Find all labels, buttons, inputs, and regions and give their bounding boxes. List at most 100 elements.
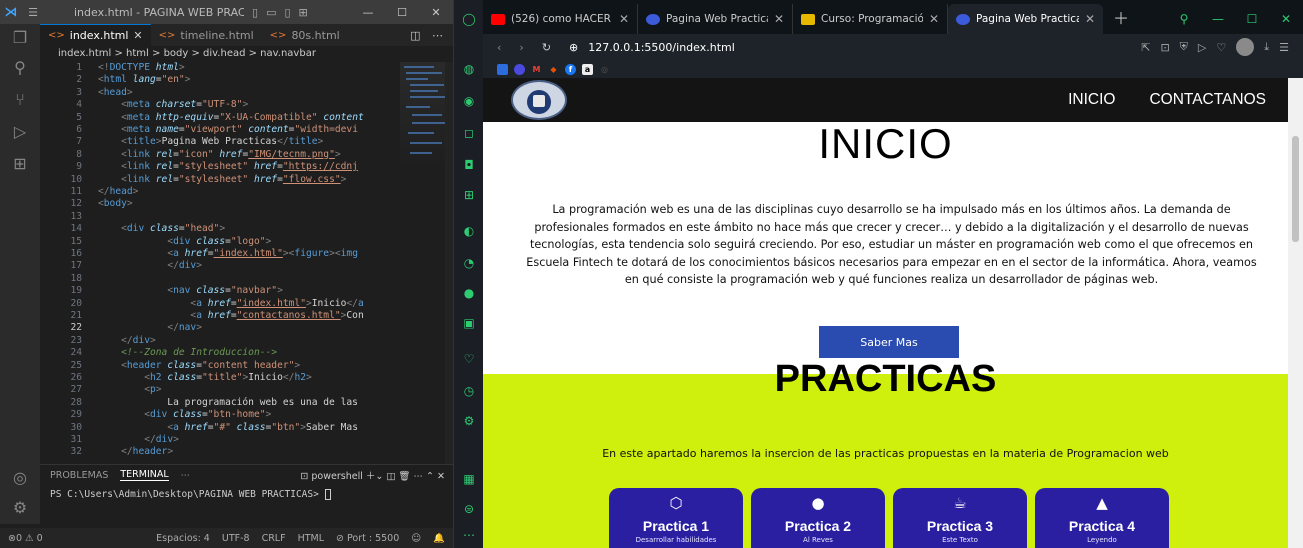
search-icon[interactable]: ⚲	[10, 58, 30, 78]
cpu-icon[interactable]: ⊞	[460, 186, 478, 204]
whatsapp-icon[interactable]: ◔	[460, 254, 478, 272]
nav-link-contactanos[interactable]: CONTACTANOS	[1149, 91, 1266, 109]
minimap[interactable]	[400, 62, 446, 172]
nav-link-inicio[interactable]: INICIO	[1068, 91, 1115, 109]
browser-tab[interactable]: Pagina Web Practicas ✕	[638, 4, 793, 34]
maximize-panel-icon[interactable]: ⌃	[426, 471, 434, 482]
toggle-secondary-icon[interactable]: ▯	[284, 6, 290, 19]
layout-icon[interactable]: ⊞	[299, 6, 308, 19]
practica-card-4[interactable]: ▲ Practica 4 Leyendo	[1035, 488, 1169, 548]
sidebar-more-icon[interactable]: ⋯	[460, 526, 478, 544]
feedback-icon[interactable]: ☺	[411, 533, 421, 544]
new-terminal-icon[interactable]: ＋⌄	[366, 471, 383, 482]
maximize-icon[interactable]: ☐	[1235, 12, 1269, 26]
forward-icon[interactable]: ›	[519, 41, 523, 54]
notification-icon[interactable]: 🔔	[433, 533, 445, 544]
saber-mas-button[interactable]: Saber Mas	[819, 326, 959, 358]
close-tab-icon[interactable]: ✕	[619, 12, 629, 26]
close-icon[interactable]: ✕	[1269, 12, 1303, 26]
run-debug-icon[interactable]: ▷	[10, 122, 30, 142]
site-logo[interactable]	[511, 80, 567, 120]
split-terminal-icon[interactable]: ◫	[386, 471, 395, 482]
eol-status[interactable]: CRLF	[262, 533, 286, 544]
practica-card-1[interactable]: ⬡ Practica 1 Desarrollar habilidades	[609, 488, 743, 548]
panel-more-icon[interactable]: ⋯	[414, 471, 424, 482]
avatar[interactable]	[1236, 38, 1255, 56]
minimize-icon[interactable]: —	[1201, 12, 1235, 26]
breadcrumb[interactable]: index.html > html > body > div.head > na…	[40, 46, 453, 62]
shopping-icon[interactable]: ◻	[460, 124, 478, 142]
close-tab-icon[interactable]: ✕	[929, 12, 939, 26]
new-tab-icon[interactable]: ＋	[1103, 4, 1139, 34]
toggle-sidebar-icon[interactable]: ▯	[252, 6, 258, 19]
address-input[interactable]: 127.0.0.1:5500/index.html	[588, 41, 735, 54]
close-icon[interactable]: ✕	[419, 6, 453, 19]
trash-icon[interactable]: 🗑	[398, 471, 410, 482]
tab-terminal[interactable]: TERMINAL	[120, 469, 169, 481]
browser-tab[interactable]: (526) como HACER una P ✕	[483, 4, 638, 34]
spotify-icon[interactable]: ●	[460, 284, 478, 302]
editor-scrollbar[interactable]	[445, 62, 453, 464]
opera-logo-icon[interactable]: ◯	[460, 10, 478, 28]
history-icon[interactable]: ◷	[460, 382, 478, 400]
vpn-icon[interactable]: ⛨	[1180, 40, 1188, 54]
practica-card-3[interactable]: ☕ Practica 3 Este Texto	[893, 488, 1027, 548]
tab-problems[interactable]: PROBLEMAS	[50, 470, 108, 481]
menu-icon[interactable]: ☰	[22, 6, 44, 19]
practica-card-2[interactable]: ● Practica 2 Al Reves	[751, 488, 885, 548]
problems-status[interactable]: ⊗0 ⚠ 0	[8, 533, 88, 544]
browser-tab[interactable]: Curso: Programación Web ✕	[793, 4, 948, 34]
close-tab-icon[interactable]: ✕	[1085, 12, 1095, 26]
sidebar-settings-icon[interactable]: ⊜	[460, 500, 478, 518]
live-server-status[interactable]: ⊘ Port : 5500	[336, 533, 399, 544]
download-icon[interactable]: ⤓	[1264, 40, 1269, 54]
browser-tab-active[interactable]: Pagina Web Practicas ✕	[948, 4, 1103, 34]
extensions-icon[interactable]: ▦	[460, 470, 478, 488]
minimize-icon[interactable]: —	[351, 6, 385, 19]
discord-icon[interactable]: ▣	[460, 314, 478, 332]
maximize-icon[interactable]: ☐	[385, 6, 419, 19]
bookmark-icon[interactable]	[514, 63, 525, 75]
gmail-icon[interactable]: M	[531, 63, 542, 75]
close-tab-icon[interactable]: ✕	[133, 29, 142, 42]
facebook-icon[interactable]: f	[565, 63, 576, 75]
heart-icon[interactable]: ♡	[1216, 41, 1226, 54]
back-icon[interactable]: ‹	[497, 41, 501, 54]
account-icon[interactable]: ◎	[10, 468, 30, 488]
camera-icon[interactable]: ⊡	[1160, 41, 1169, 54]
language-status[interactable]: HTML	[298, 533, 324, 544]
toggle-panel-icon[interactable]: ▭	[266, 6, 276, 19]
settings-icon[interactable]: ⚙	[460, 412, 478, 430]
close-tab-icon[interactable]: ✕	[774, 12, 784, 26]
settings-gear-icon[interactable]: ⚙	[10, 498, 30, 518]
explorer-icon[interactable]: ❐	[10, 28, 30, 48]
twitch-icon[interactable]: ◘	[460, 156, 478, 174]
page-scrollbar[interactable]	[1288, 78, 1303, 548]
extensions-icon[interactable]: ⊞	[10, 154, 30, 174]
source-control-icon[interactable]: ⑂	[10, 90, 30, 110]
tab-80s-html[interactable]: <> 80s.html	[262, 24, 348, 46]
terminal-output[interactable]: PS C:\Users\Admin\Desktop\PAGINA WEB PRA…	[40, 489, 453, 500]
share-icon[interactable]: ⇱	[1141, 41, 1150, 54]
aria-icon[interactable]: ◍	[460, 60, 478, 78]
code-editor[interactable]: 1 2 3 4 5 6 7 8 9 10 11 12 13 14 15 16 17 18 19 20 21 22 23 24 2…	[40, 62, 453, 464]
more-icon[interactable]: ⋯	[181, 470, 191, 481]
tab-timeline-html[interactable]: <> timeline.html	[151, 24, 262, 46]
tab-index-html[interactable]: <> index.html ✕	[40, 24, 151, 46]
amazon-icon[interactable]: a	[582, 63, 593, 75]
shell-name[interactable]: powershell	[311, 471, 362, 482]
play-icon[interactable]: ▷	[1198, 41, 1206, 54]
scrollbar-thumb[interactable]	[1292, 136, 1299, 242]
bookmark-icon[interactable]	[497, 63, 508, 75]
search-tabs-icon[interactable]: ⚲	[1167, 12, 1201, 26]
favorites-icon[interactable]: ♡	[460, 350, 478, 368]
bookmark-icon[interactable]: ◆	[548, 63, 559, 75]
easy-setup-icon[interactable]: ☰	[1279, 41, 1289, 54]
gx-corner-icon[interactable]: ◉	[460, 92, 478, 110]
close-panel-icon[interactable]: ✕	[437, 471, 445, 482]
reload-icon[interactable]: ↻	[542, 41, 551, 54]
bookmark-icon[interactable]: ◎	[599, 63, 610, 75]
encoding-status[interactable]: UTF-8	[222, 533, 250, 544]
indentation-status[interactable]: Espacios: 4	[156, 533, 210, 544]
site-info-icon[interactable]: ⊕	[569, 41, 578, 54]
